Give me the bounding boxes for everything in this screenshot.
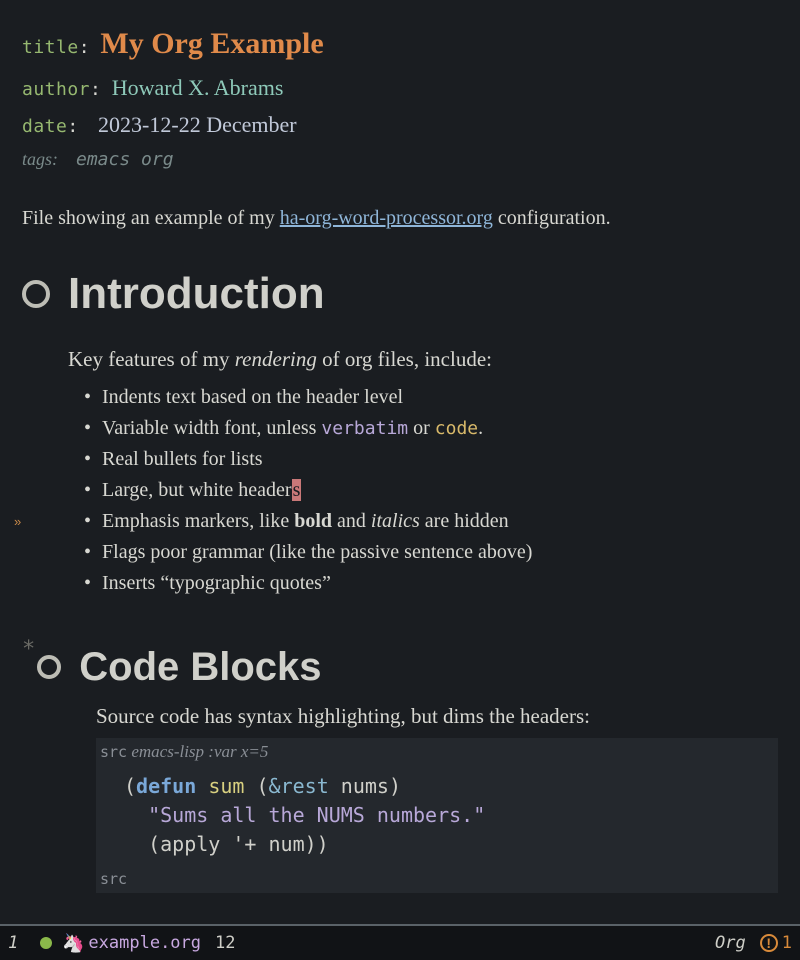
error-icon[interactable]: ! — [760, 934, 778, 952]
list-item: » Emphasis markers, like bold and italic… — [84, 506, 778, 537]
features-intro: Key features of my rendering of org file… — [68, 343, 778, 376]
modeline[interactable]: 1 🦄 example.org 12 Org ! 1 — [0, 924, 800, 960]
src-end-line: src — [96, 865, 778, 893]
line-number: 12 — [215, 933, 235, 953]
list-item: Large, but white headers — [84, 475, 778, 506]
meta-key: author — [22, 79, 90, 100]
buffer-name[interactable]: example.org — [88, 933, 201, 953]
source-block[interactable]: src emacs-lisp :var x=5 (defun sum (&res… — [96, 738, 778, 893]
intro-paragraph: File showing an example of my ha-org-wor… — [22, 203, 778, 233]
code-intro: Source code has syntax highlighting, but… — [96, 700, 778, 733]
window-number: 1 — [8, 933, 30, 953]
meta-author-line: author: Howard X. Abrams — [22, 69, 778, 106]
echo-area[interactable] — [0, 895, 800, 924]
doc-tags: emacs org — [76, 149, 174, 170]
list-item: Indents text based on the header level — [84, 382, 778, 413]
meta-key: date — [22, 116, 67, 137]
grammar-warning: s — [292, 479, 302, 501]
feature-list: Indents text based on the header level V… — [84, 382, 778, 599]
meta-tags-line: tags: emacs org — [22, 144, 778, 176]
src-begin-line: src emacs-lisp :var x=5 — [96, 738, 778, 766]
meta-title-line: title: My Org Example — [22, 18, 778, 69]
section-code-blocks: Source code has syntax highlighting, but… — [22, 700, 778, 894]
list-item: Inserts “typographic quotes” — [84, 568, 778, 599]
meta-key: tags: — [22, 149, 58, 169]
heading-code-blocks-row[interactable]: * Code Blocks — [22, 599, 778, 700]
state-indicator-icon — [40, 937, 52, 949]
fringe-indicator-icon: » — [14, 512, 21, 532]
list-item: Real bullets for lists — [84, 444, 778, 475]
error-count: 1 — [782, 933, 792, 953]
doc-date: 2023-12-22 December — [98, 112, 297, 137]
list-item: Flags poor grammar (like the passive sen… — [84, 537, 778, 568]
list-item: Variable width font, unless verbatim or … — [84, 413, 778, 444]
section-introduction: Key features of my rendering of org file… — [22, 343, 778, 599]
heading-text: Code Blocks — [79, 645, 321, 690]
unicorn-icon: 🦄 — [62, 933, 84, 954]
heading-text: Introduction — [68, 269, 325, 319]
heading-bullet-icon — [22, 280, 50, 308]
heading-bullet-icon — [37, 655, 61, 679]
heading-introduction[interactable]: Introduction — [22, 269, 778, 319]
config-link[interactable]: ha-org-word-processor.org — [280, 207, 493, 229]
meta-key: title — [22, 37, 79, 58]
meta-date-line: date: 2023-12-22 December — [22, 106, 778, 143]
major-mode[interactable]: Org — [715, 933, 746, 953]
doc-author: Howard X. Abrams — [112, 75, 284, 100]
source-code: (defun sum (&rest nums) "Sums all the NU… — [96, 766, 778, 865]
editor-buffer[interactable]: title: My Org Example author: Howard X. … — [0, 0, 800, 895]
heading-star: * — [22, 637, 35, 662]
doc-title: My Org Example — [100, 27, 323, 60]
